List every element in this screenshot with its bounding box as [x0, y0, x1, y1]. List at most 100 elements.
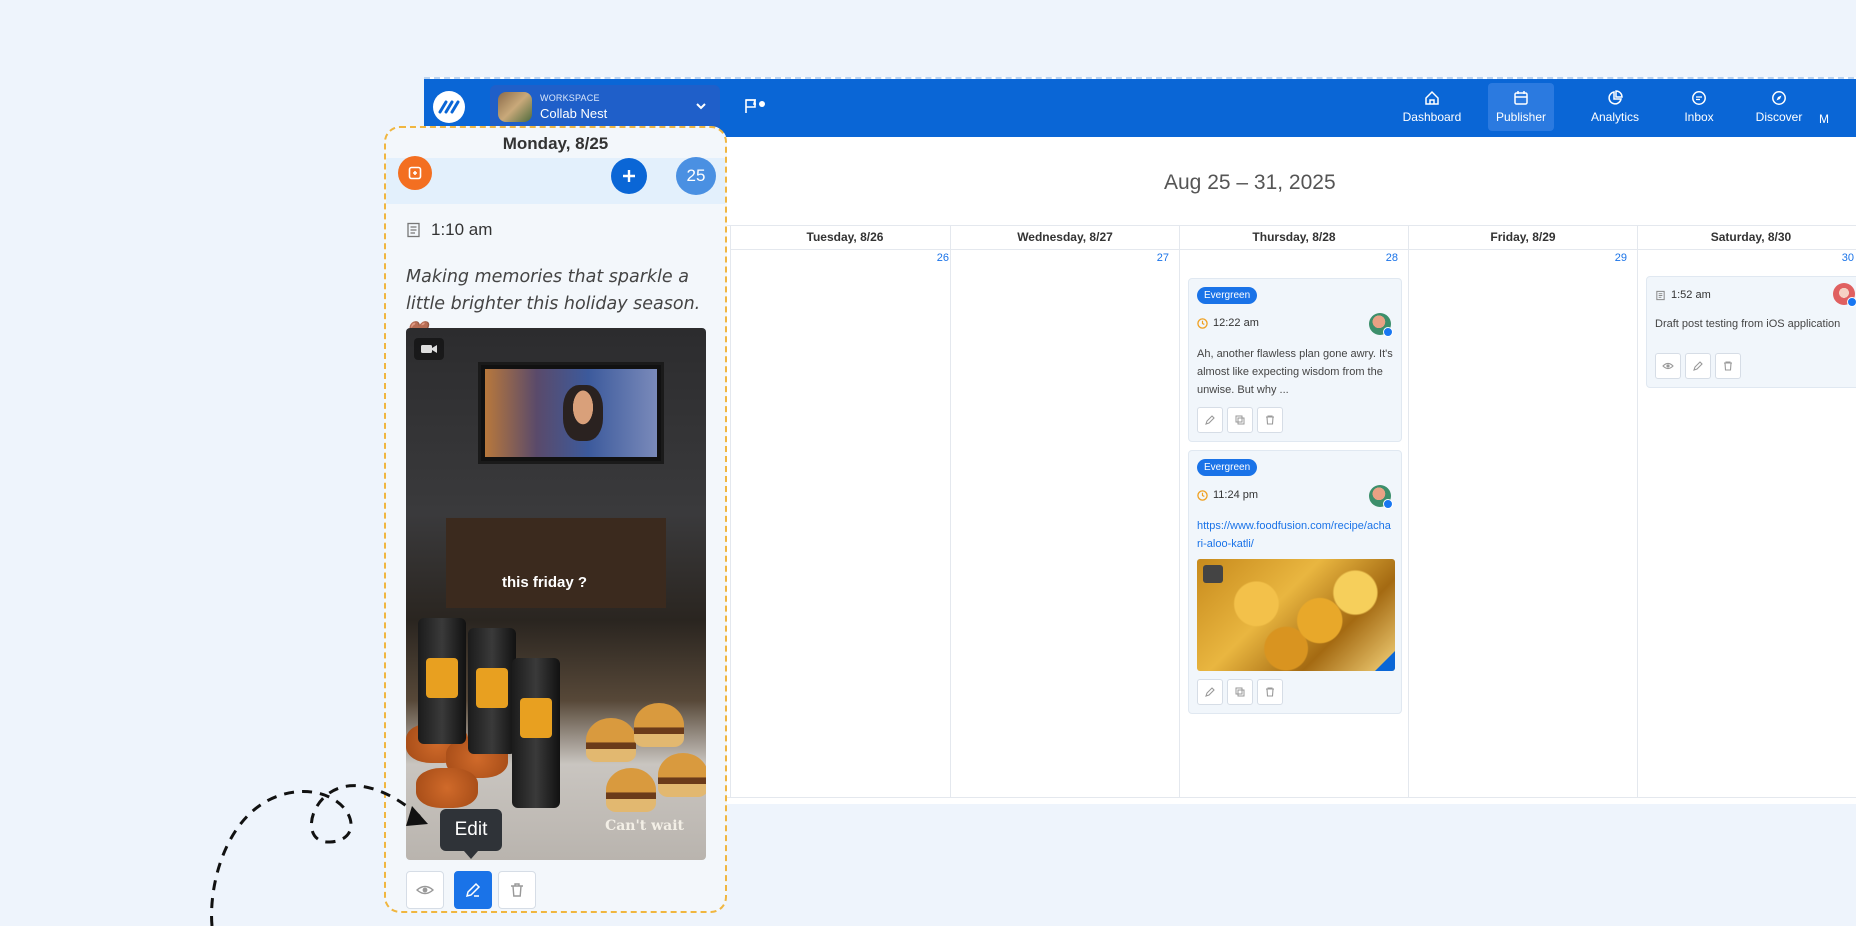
delete-button[interactable]: [1257, 407, 1283, 433]
post-time: 1:10 am: [406, 220, 492, 240]
nav-label: Analytics: [1590, 110, 1640, 124]
column-header: Tuesday, 8/26: [731, 226, 959, 250]
pencil-icon: [1205, 687, 1215, 697]
post-text: Ah, another flawless plan gone awry. It'…: [1197, 348, 1393, 396]
post-card[interactable]: Evergreen 12:22 am Ah, another flawless …: [1188, 278, 1402, 442]
nav-label: Inbox: [1684, 110, 1714, 124]
content-category-button[interactable]: [398, 156, 432, 190]
day-number[interactable]: 28: [1386, 252, 1398, 264]
column-header: Friday, 8/29: [1409, 226, 1637, 250]
column-header: Saturday, 8/30: [1638, 226, 1856, 250]
workspace-name: Collab Nest: [540, 106, 608, 121]
trash-icon: [1266, 415, 1274, 425]
pencil-icon: [465, 882, 481, 898]
plus-icon: [623, 170, 635, 182]
edit-button[interactable]: [1685, 353, 1711, 379]
video-tv-frame: [478, 362, 664, 464]
video-cabinet: [446, 518, 666, 608]
calendar-column: Thursday, 8/28 28 Evergreen 12:22 am Ah,…: [1179, 226, 1408, 798]
delete-button[interactable]: [1715, 353, 1741, 379]
draft-icon: [407, 222, 420, 238]
post-time: 12:22 am: [1197, 317, 1259, 329]
zoom-day-title: Monday, 8/25: [502, 134, 609, 153]
draft-icon: [1656, 290, 1665, 300]
nav-label: Discover: [1755, 110, 1803, 124]
nav-dashboard[interactable]: Dashboard: [1399, 83, 1465, 131]
delete-button[interactable]: [498, 871, 536, 909]
nav-analytics[interactable]: Analytics: [1582, 83, 1648, 131]
compass-icon: [1772, 91, 1786, 105]
calendar-column: Saturday, 8/30 30 1:52 am Draft post tes…: [1637, 226, 1856, 798]
calendar-column: Friday, 8/29 29: [1408, 226, 1637, 798]
calendar-icon: [1514, 91, 1528, 105]
calendar-column: Tuesday, 8/26 26: [730, 226, 959, 798]
pie-chart-icon: [1608, 90, 1623, 105]
app-logo[interactable]: [433, 91, 465, 123]
clock-icon: [1197, 489, 1208, 501]
post-time-text: 12:22 am: [1213, 317, 1259, 329]
facebook-icon: [1383, 327, 1393, 337]
post-card[interactable]: 1:52 am Draft post testing from iOS appl…: [1646, 276, 1856, 388]
workspace-selector[interactable]: WORKSPACE Collab Nest: [490, 85, 720, 129]
video-food: [658, 753, 706, 797]
post-video-thumbnail[interactable]: this friday ? Can't wait: [406, 328, 706, 860]
video-can: [468, 628, 516, 754]
post-image[interactable]: [1197, 559, 1395, 671]
day-number-badge[interactable]: 25: [676, 157, 716, 195]
image-icon: [1203, 565, 1223, 583]
video-food: [634, 703, 684, 747]
video-can: [512, 658, 560, 808]
facebook-icon: [1847, 297, 1856, 307]
edit-button[interactable]: [1197, 407, 1223, 433]
edit-tooltip: Edit: [440, 809, 502, 859]
account-avatar: [1833, 283, 1856, 307]
trash-icon: [511, 883, 523, 897]
workspace-label: WORKSPACE: [540, 93, 600, 103]
chevron-down-icon: [696, 103, 706, 110]
duplicate-button[interactable]: [1227, 679, 1253, 705]
account-avatar: [1369, 313, 1393, 337]
nav-inbox[interactable]: Inbox: [1666, 83, 1732, 131]
edit-button[interactable]: [1197, 679, 1223, 705]
nav-label: M: [1819, 112, 1829, 126]
preview-button[interactable]: [1655, 353, 1681, 379]
account-avatar: [1369, 485, 1393, 509]
video-food: [606, 768, 656, 812]
nav-discover[interactable]: Discover: [1746, 83, 1812, 131]
copy-icon: [1235, 415, 1245, 425]
clock-icon: [1197, 317, 1208, 329]
post-link[interactable]: https://www.foodfusion.com/recipe/achari…: [1197, 517, 1393, 553]
workspace-avatar: [498, 92, 532, 122]
add-post-button[interactable]: [611, 158, 647, 194]
home-icon: [1425, 90, 1439, 105]
eye-icon: [1662, 362, 1674, 370]
trash-icon: [1266, 687, 1274, 697]
day-number[interactable]: 27: [1157, 252, 1169, 264]
chat-icon: [1692, 91, 1706, 105]
delete-button[interactable]: [1257, 679, 1283, 705]
pencil-icon: [1205, 415, 1215, 425]
post-time-text: 11:24 pm: [1213, 489, 1259, 501]
calendar-column: Wednesday, 8/27 27: [950, 226, 1179, 798]
day-number[interactable]: 26: [937, 252, 949, 264]
post-time: 11:24 pm: [1197, 489, 1258, 501]
day-number[interactable]: 30: [1842, 252, 1854, 264]
copy-icon: [1235, 687, 1245, 697]
duplicate-button[interactable]: [1227, 407, 1253, 433]
post-card[interactable]: Evergreen 11:24 pm https://www.foodfusio…: [1188, 450, 1402, 714]
note-icon: [408, 166, 422, 180]
nav-more[interactable]: M: [1819, 83, 1849, 131]
post-time-text: 1:52 am: [1671, 289, 1711, 301]
video-food: [586, 718, 636, 762]
evergreen-badge: Evergreen: [1197, 459, 1258, 476]
nav-publisher[interactable]: Publisher: [1488, 83, 1554, 131]
post-time: 1:52 am: [1655, 289, 1711, 301]
flag-icon[interactable]: [744, 98, 766, 114]
day-number[interactable]: 29: [1615, 252, 1627, 264]
post-text: Draft post testing from iOS application: [1655, 318, 1841, 330]
dashed-arrow-annotation: [210, 784, 428, 926]
edit-button[interactable]: [454, 871, 492, 909]
image-corner-mark: [1375, 651, 1395, 671]
date-range-title: Aug 25 – 31, 2025: [1164, 171, 1336, 194]
day-header-band: [386, 158, 725, 204]
